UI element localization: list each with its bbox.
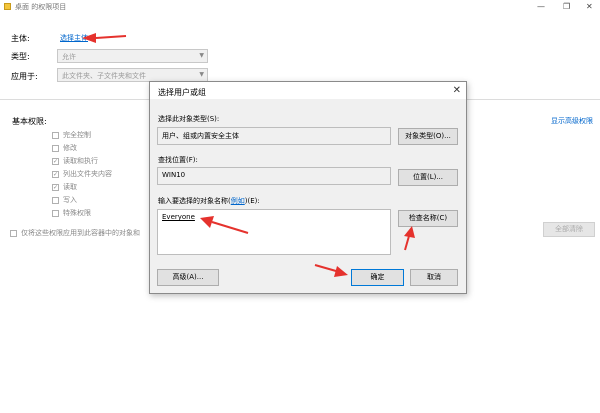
chevron-down-icon: ▼: [199, 71, 204, 78]
clear-all-button[interactable]: 全部清除: [543, 222, 595, 237]
type-select[interactable]: 允许 ▼: [57, 49, 208, 63]
dialog-body: 选择此对象类型(S): 用户、组或内置安全主体 对象类型(O)... 查找位置(…: [150, 99, 466, 293]
permission-modify[interactable]: 修改: [52, 143, 77, 153]
window-title: 桌面 的权限项目: [15, 3, 67, 11]
type-value: 允许: [62, 53, 76, 61]
select-users-dialog: 选择用户或组 ✕ 选择此对象类型(S): 用户、组或内置安全主体 对象类型(O)…: [149, 81, 467, 294]
applies-to-select[interactable]: 此文件夹、子文件夹和文件 ▼: [57, 68, 208, 82]
checkmark-icon[interactable]: ✓: [52, 183, 59, 191]
permission-read-execute[interactable]: ✓ 读取和执行: [52, 156, 98, 166]
locations-button[interactable]: 位置(L)...: [398, 169, 458, 186]
checkbox[interactable]: [52, 209, 59, 217]
checkmark-icon[interactable]: ✓: [52, 157, 59, 165]
basic-permissions-title: 基本权限:: [12, 117, 47, 126]
type-label: 类型:: [11, 52, 30, 61]
permission-list-folder[interactable]: ✓ 列出文件夹内容: [52, 169, 112, 179]
apply-only-container-option[interactable]: 仅将这些权限应用到此容器中的对象和: [10, 228, 140, 238]
window-titlebar: 桌面 的权限项目 — ❐ ✕: [0, 0, 600, 15]
permission-full-control[interactable]: 完全控制: [52, 130, 91, 140]
minimize-button[interactable]: —: [537, 2, 545, 11]
show-advanced-permissions-link[interactable]: 显示高级权限: [551, 116, 593, 126]
applies-to-label: 应用于:: [11, 72, 38, 81]
location-field: WIN10: [157, 167, 391, 185]
maximize-button[interactable]: ❐: [563, 2, 570, 11]
principal-label: 主体:: [11, 34, 30, 43]
object-type-label: 选择此对象类型(S):: [158, 115, 220, 123]
check-names-button[interactable]: 检查名称(C): [398, 210, 458, 227]
checkbox[interactable]: [52, 196, 59, 204]
checkmark-icon[interactable]: ✓: [52, 170, 59, 178]
examples-link[interactable]: 例如: [231, 197, 245, 205]
permission-special[interactable]: 特殊权限: [52, 208, 91, 218]
permission-write[interactable]: 写入: [52, 195, 77, 205]
applies-to-value: 此文件夹、子文件夹和文件: [62, 72, 146, 80]
arrow-icon: [82, 33, 127, 43]
object-name-entry: Everyone: [162, 213, 195, 221]
checkbox[interactable]: [52, 144, 59, 152]
dialog-close-icon[interactable]: ✕: [453, 85, 461, 96]
advanced-button[interactable]: 高级(A)...: [157, 269, 219, 286]
object-types-button[interactable]: 对象类型(O)...: [398, 128, 458, 145]
location-label: 查找位置(F):: [158, 156, 198, 164]
dialog-title: 选择用户或组: [158, 88, 206, 97]
object-names-input[interactable]: Everyone: [157, 209, 391, 255]
permission-read[interactable]: ✓ 读取: [52, 182, 77, 192]
chevron-down-icon: ▼: [199, 52, 204, 59]
object-names-label: 输入要选择的对象名称(例如)(E):: [158, 197, 260, 205]
cancel-button[interactable]: 取消: [410, 269, 458, 286]
select-principal-link[interactable]: 选择主体: [60, 33, 88, 43]
folder-icon: [4, 3, 11, 10]
checkbox[interactable]: [52, 131, 59, 139]
close-button[interactable]: ✕: [586, 2, 593, 11]
ok-button[interactable]: 确定: [351, 269, 404, 286]
object-type-field: 用户、组或内置安全主体: [157, 127, 391, 145]
checkbox[interactable]: [10, 229, 17, 237]
